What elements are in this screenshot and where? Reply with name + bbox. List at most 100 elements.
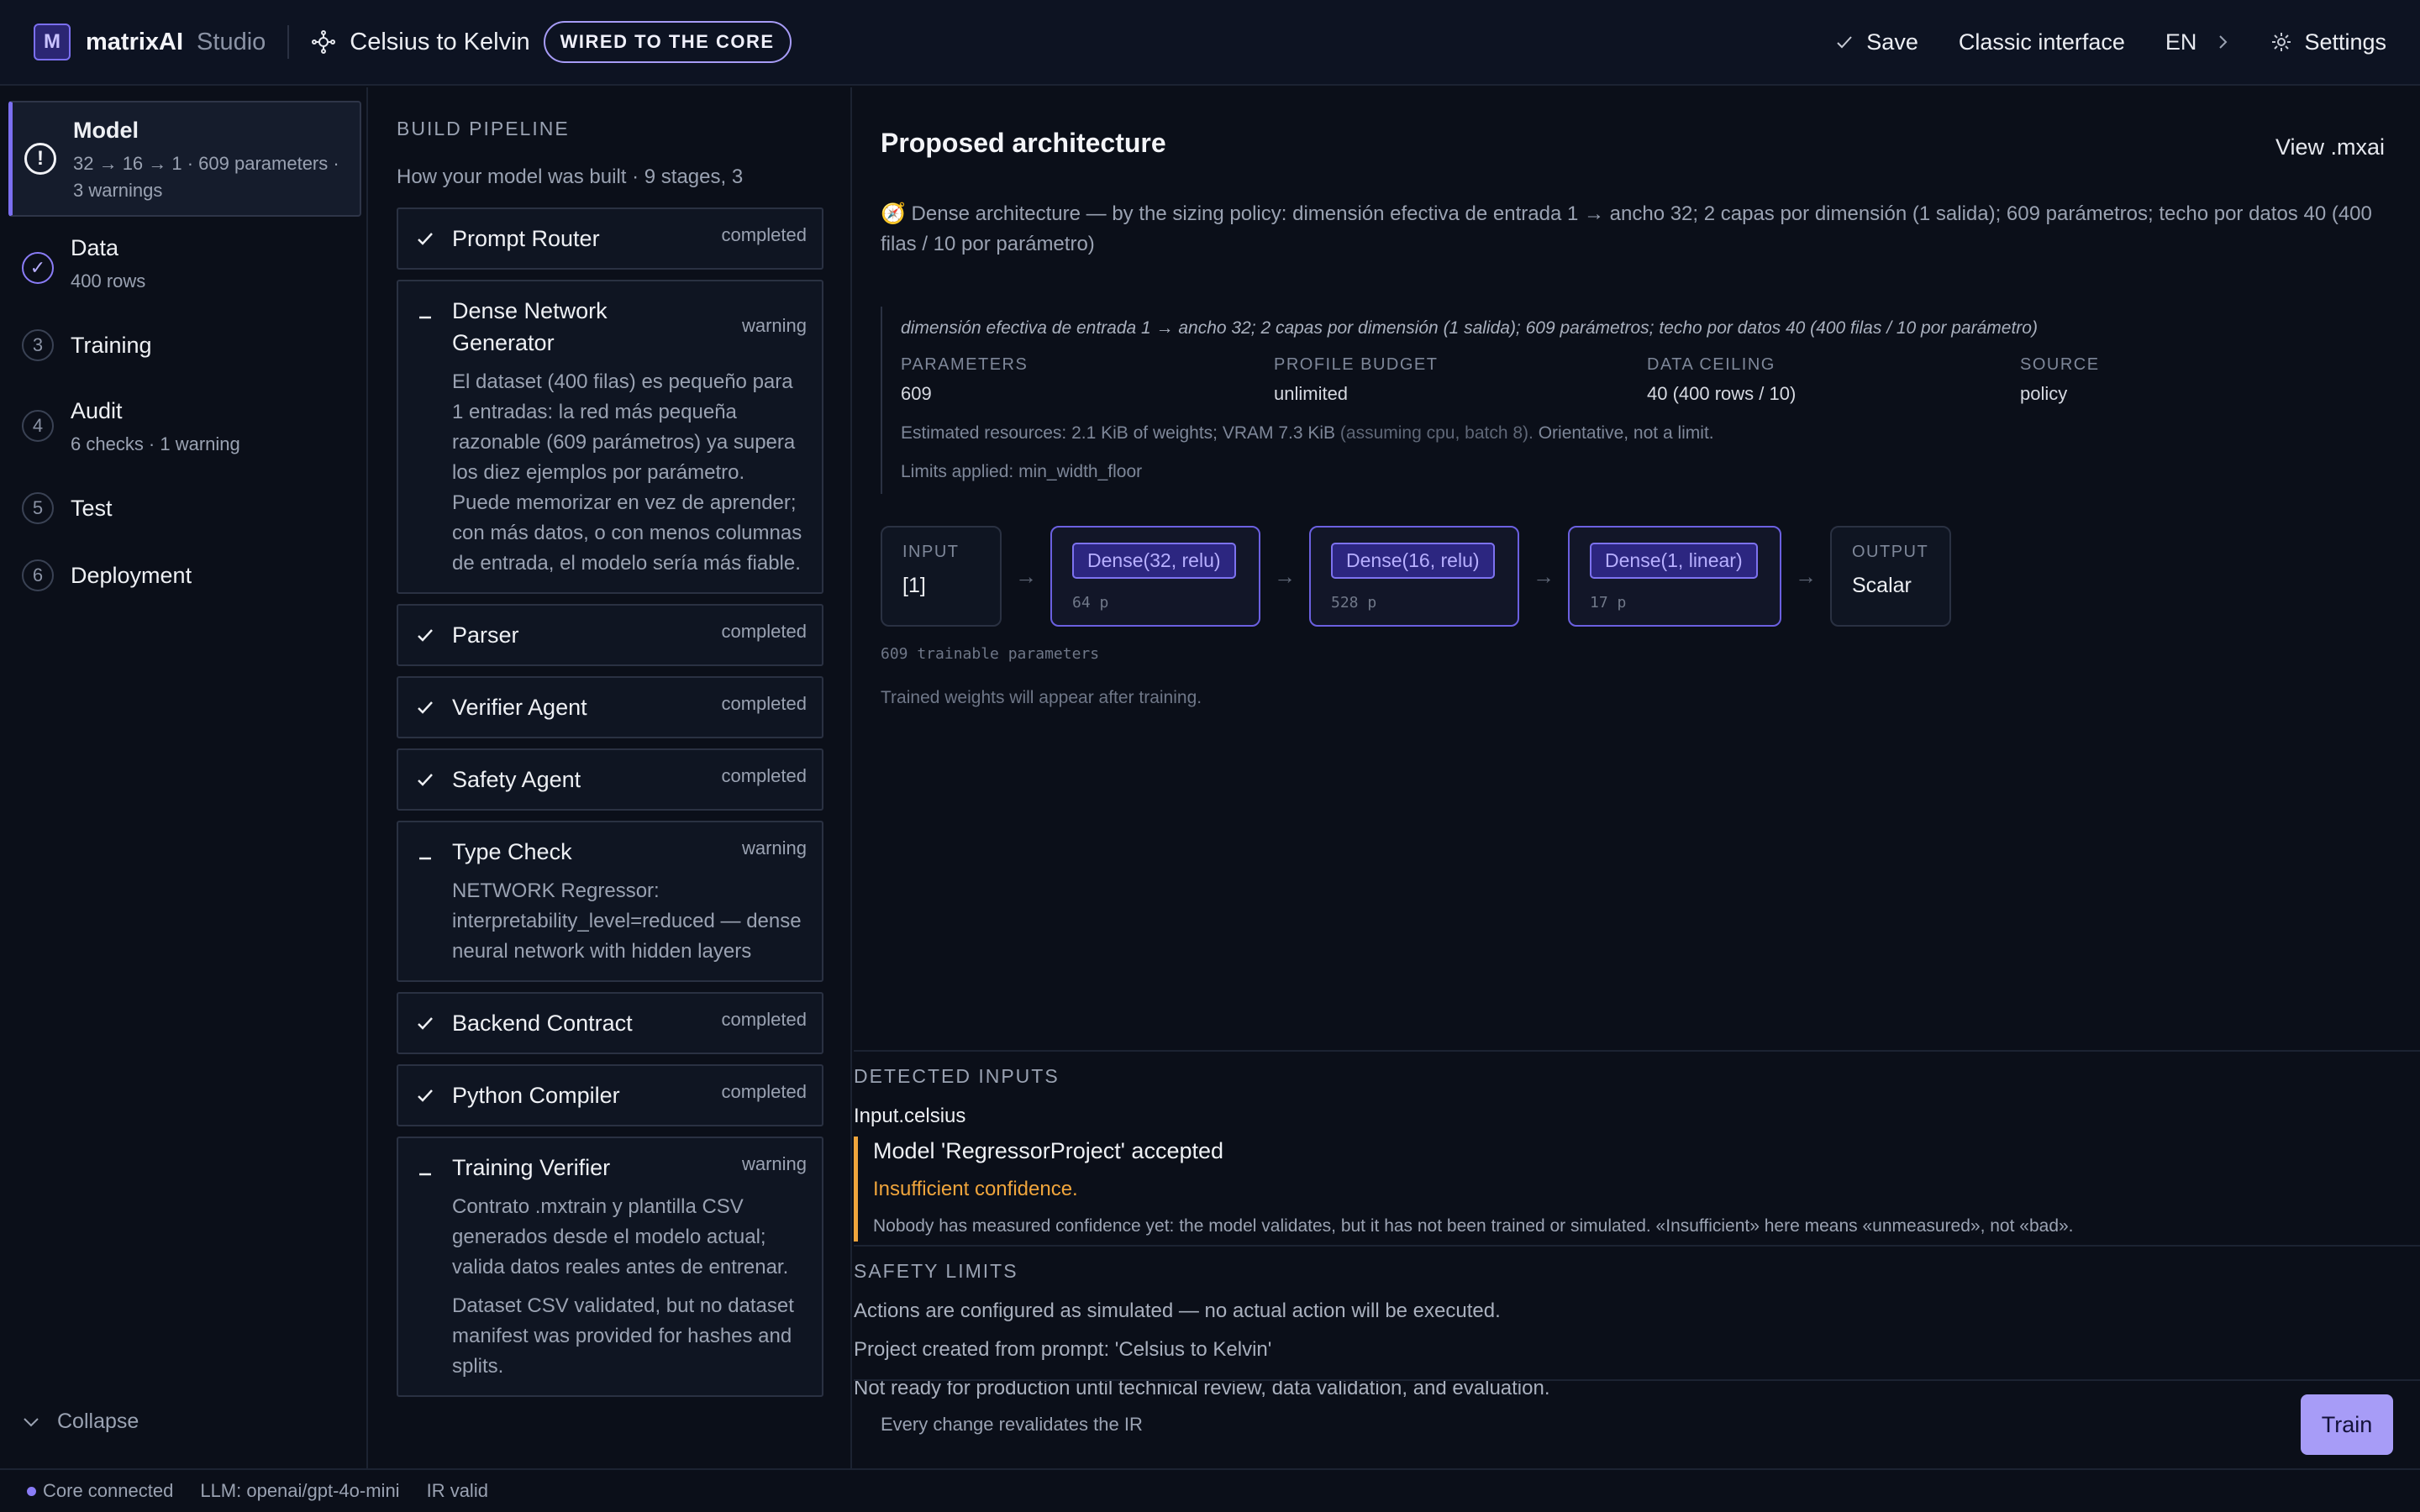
chevron-down-icon (22, 1415, 40, 1429)
dash-icon (398, 295, 452, 579)
safety-line: Project created from prompt: 'Celsius to… (854, 1338, 1272, 1361)
layer-node-dense-16[interactable]: Dense(16, relu) 528 p (1309, 526, 1519, 627)
trainable-count: 609 trainable parameters (881, 645, 1100, 663)
layer-node-dense-1[interactable]: Dense(1, linear) 17 p (1568, 526, 1781, 627)
layer-node-dense-32[interactable]: Dense(32, relu) 64 p (1050, 526, 1260, 627)
output-node[interactable]: OUTPUT Scalar (1830, 526, 1951, 627)
brand-name: matrixAI (86, 28, 184, 55)
flow-arrow: → (1274, 563, 1296, 589)
settings-button[interactable]: Settings (2270, 29, 2386, 55)
stage-name: Safety Agent (452, 767, 581, 792)
stage-description: Dataset CSV validated, but no dataset ma… (452, 1294, 794, 1378)
metric-parameters: PARAMETERS 609 (901, 355, 1274, 405)
pipeline-stage[interactable]: Training Verifier Contrato .mxtrain y pla… (397, 1137, 823, 1397)
chevron-right-icon (2217, 32, 2230, 52)
architecture-title: Proposed architecture (881, 128, 1166, 158)
pipeline-stage[interactable]: Safety Agent completed (397, 748, 823, 811)
project-title[interactable]: Celsius to Kelvin (350, 29, 529, 56)
stage-status: completed (721, 693, 807, 714)
flow-arrow: → (1533, 563, 1555, 589)
detected-inputs-section: DETECTED INPUTS Input.celsius Model 'Reg… (854, 1050, 2420, 1400)
stage-name: Python Compiler (452, 1083, 620, 1108)
sidebar-step-model[interactable]: ! Model 32 → 16 → 1 · 609 parameters · 3… (8, 101, 361, 217)
step-title: Training (71, 332, 152, 358)
sizing-note: dimensión efectiva de entrada 1 → ancho … (901, 318, 2038, 338)
header-divider (287, 25, 290, 59)
architecture-flow: INPUT [1] → Dense(32, relu) 64 p → Dense… (881, 526, 2393, 627)
layer-params: 528 p (1331, 594, 1377, 612)
stage-name: Backend Contract (452, 1011, 633, 1036)
sidebar-step-audit[interactable]: 4 Audit 6 checks · 1 warning (8, 398, 361, 458)
status-bar: Core connected LLM: openai/gpt-4o-mini I… (0, 1468, 2420, 1512)
model-accepted: Model 'RegressorProject' accepted (873, 1138, 1224, 1163)
app-logo[interactable]: M (34, 24, 71, 60)
input-node[interactable]: INPUT [1] (881, 526, 1002, 627)
detected-input: Input.celsius (854, 1105, 966, 1127)
alert-icon: ! (24, 143, 56, 175)
limits-applied: Limits applied: min_width_floor (901, 462, 1143, 481)
safety-limits-section: SAFETY LIMITS Actions are configured as … (854, 1245, 2420, 1400)
step-subtitle: 400 rows (71, 270, 146, 291)
pipeline-stage[interactable]: Python Compiler completed (397, 1064, 823, 1126)
node-label: OUTPUT (1852, 543, 1929, 561)
pipeline-stage[interactable]: Type Check NETWORK Regressor: interpretab… (397, 821, 823, 982)
dash-icon (398, 836, 452, 967)
check-icon (398, 223, 452, 255)
pipeline-stage[interactable]: Prompt Router completed (397, 207, 823, 270)
stage-status: completed (721, 1081, 807, 1102)
status-dot-icon (27, 1486, 36, 1496)
collapse-button[interactable]: Collapse (22, 1410, 139, 1434)
metric-label: DATA CEILING (1647, 355, 1776, 374)
sidebar-step-training[interactable]: 3 Training (8, 329, 361, 361)
stage-name: Dense Network Generator (452, 298, 608, 355)
step-number: 5 (22, 492, 54, 524)
stage-description: Contrato .mxtrain y plantilla CSV genera… (452, 1195, 789, 1278)
safety-limits-heading: SAFETY LIMITS (854, 1260, 1018, 1282)
pipeline-stage[interactable]: Backend Contract completed (397, 992, 823, 1054)
step-subtitle: 32 → 16 → 1 · 609 parameters · 3 warning… (73, 153, 339, 201)
metric-label: PARAMETERS (901, 355, 1028, 374)
stage-status: completed (721, 621, 807, 642)
network-icon (311, 29, 336, 55)
classic-interface-button[interactable]: Classic interface (1959, 29, 2125, 55)
resource-text: Estimated resources: 2.1 KiB of weights;… (901, 423, 1336, 443)
stage-status: completed (721, 1009, 807, 1030)
step-number: 4 (22, 410, 54, 442)
pipeline-stage[interactable]: Dense Network Generator El dataset (400 f… (397, 280, 823, 594)
action-bar: Every change revalidates the IR Train (854, 1379, 2420, 1468)
resource-estimate: Estimated resources: 2.1 KiB of weights;… (901, 423, 2393, 444)
layer-name: Dense(32, relu) (1072, 543, 1236, 579)
llm-status: LLM: openai/gpt-4o-mini (200, 1480, 400, 1501)
steps-sidebar: ! Model 32 → 16 → 1 · 609 parameters · 3… (0, 87, 368, 1468)
step-number: 6 (22, 559, 54, 591)
view-mxai-button[interactable]: View .mxai (2275, 134, 2385, 160)
pipeline-stage[interactable]: Verifier Agent completed (397, 676, 823, 738)
pipeline-stage[interactable]: Parser completed (397, 604, 823, 666)
validation-status: Model 'RegressorProject' accepted Insuff… (854, 1137, 2420, 1242)
safety-line: Actions are configured as simulated — no… (854, 1299, 1501, 1322)
metric-profile-budget: PROFILE BUDGET unlimited (1274, 355, 1647, 405)
stage-status: warning (741, 837, 807, 858)
core-status-label: Core connected (43, 1480, 174, 1501)
settings-label: Settings (2304, 29, 2386, 55)
train-button[interactable]: Train (2301, 1394, 2393, 1455)
metric-label: SOURCE (2020, 355, 2100, 374)
node-label: INPUT (902, 543, 960, 561)
ir-status: IR valid (426, 1480, 488, 1501)
metrics-row: PARAMETERS 609 PROFILE BUDGET unlimited … (901, 355, 2393, 405)
stage-name: Verifier Agent (452, 695, 587, 720)
sidebar-step-test[interactable]: 5 Test (8, 492, 361, 524)
save-button[interactable]: Save (1834, 29, 1918, 55)
stage-status: warning (741, 1153, 807, 1174)
step-number: 3 (22, 329, 54, 361)
step-title: Data (71, 235, 119, 260)
step-title: Deployment (71, 562, 192, 588)
layer-name: Dense(16, relu) (1331, 543, 1495, 579)
check-circle-icon: ✓ (22, 252, 54, 284)
sidebar-step-deployment[interactable]: 6 Deployment (8, 559, 361, 591)
metric-value: 609 (901, 383, 932, 404)
language-selector[interactable]: EN (2165, 29, 2231, 55)
stage-description: NETWORK Regressor: interpretability_leve… (452, 879, 802, 963)
stage-name: Type Check (452, 839, 572, 864)
sidebar-step-data[interactable]: ✓ Data 400 rows (8, 235, 361, 295)
